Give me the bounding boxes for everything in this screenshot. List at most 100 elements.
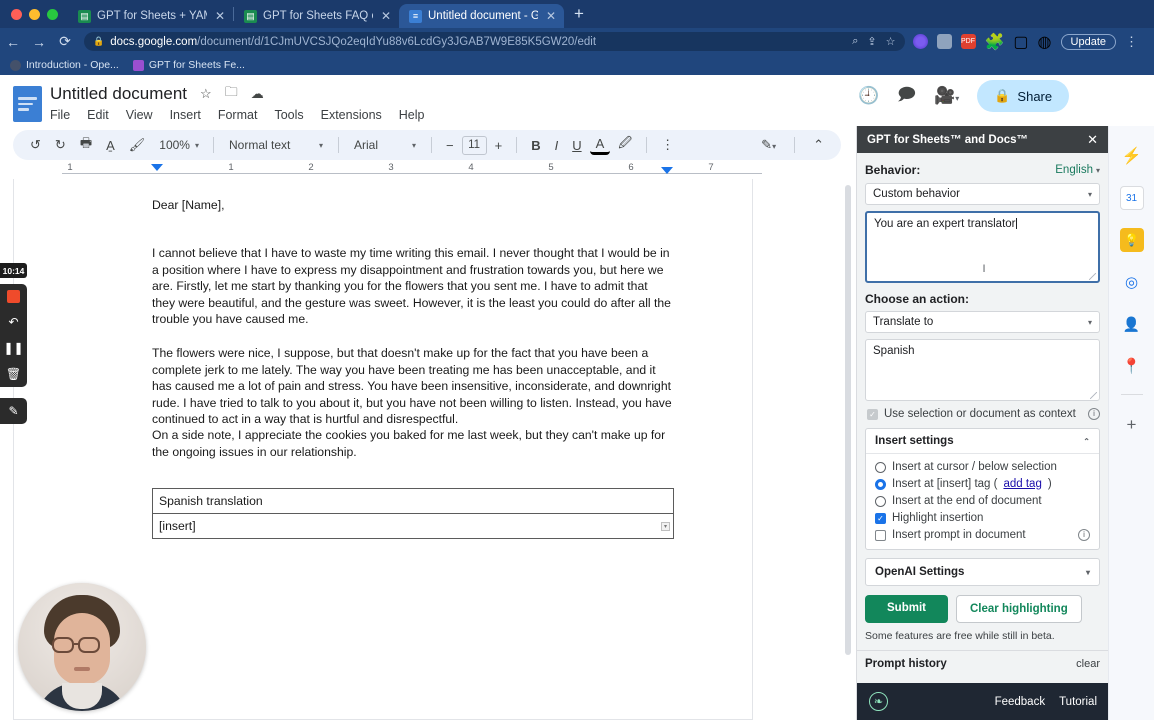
puzzle-extensions-icon[interactable]: 🧩 [985,32,1005,52]
extension-purple-icon[interactable] [912,34,928,49]
page-title[interactable]: Untitled document [50,84,187,104]
bold-button[interactable]: B [525,135,546,156]
action-textarea[interactable]: Spanish [865,339,1100,401]
behavior-textarea[interactable]: You are an expert translator I [865,211,1100,283]
new-tab-button[interactable]: + [564,4,594,28]
insert-option-insert-tag[interactable]: Insert at [insert] tag (add tag) [875,478,1090,490]
browser-menu-icon[interactable]: ⋮ [1125,34,1146,50]
pdf-extension-icon[interactable]: PDF [960,34,976,49]
google-keep-icon[interactable]: 💡 [1119,228,1144,252]
close-tab-icon[interactable]: ✕ [546,9,556,23]
pause-button[interactable]: ❚❚ [3,341,23,355]
prompt-history-row[interactable]: Prompt history clear [865,651,1100,670]
menu-help[interactable]: Help [399,108,425,122]
radio-button-selected[interactable] [875,478,886,490]
screen-recorder-extension-icon[interactable] [936,34,952,49]
clear-highlighting-button[interactable]: Clear highlighting [955,595,1082,623]
sidepanel-icon[interactable]: ▢ [1013,32,1028,52]
menu-view[interactable]: View [126,108,153,122]
menu-format[interactable]: Format [218,108,258,122]
feedback-link[interactable]: Feedback [995,696,1046,708]
bookmark-item-1[interactable]: GPT for Sheets Fe... [132,59,245,71]
menu-tools[interactable]: Tools [274,108,303,122]
openai-settings-accordion[interactable]: OpenAI Settings ▾ [865,558,1100,586]
bookmark-item-0[interactable]: Introduction - Ope... [10,59,119,71]
close-window-button[interactable] [11,9,22,20]
browser-tab-3-active[interactable]: ≡ Untitled document - Google D ✕ [399,4,564,28]
document-ruler[interactable]: 1 1 2 3 4 5 6 7 [0,162,854,179]
forward-icon[interactable]: → [26,34,52,50]
add-addon-button[interactable]: + [1120,413,1144,437]
maximize-window-button[interactable] [47,9,58,20]
more-options-icon[interactable]: ⋮ [655,134,680,156]
table-row[interactable]: [insert] ▾ [152,513,674,540]
insert-option-cursor[interactable]: Insert at cursor / below selection [875,461,1090,473]
radio-button[interactable] [875,461,886,473]
close-icon[interactable]: ✕ [1087,132,1098,148]
google-maps-icon[interactable]: 📍 [1120,354,1144,378]
google-calendar-icon[interactable]: 31 [1119,186,1144,210]
highlight-insertion-row[interactable]: ✓ Highlight insertion [875,512,1090,524]
draw-button[interactable]: ✎ [8,404,18,418]
menu-insert[interactable]: Insert [170,108,201,122]
submit-button[interactable]: Submit [865,595,948,623]
prompt-history-clear-link[interactable]: clear [1076,658,1100,670]
close-tab-icon[interactable]: ✕ [215,9,225,23]
minimize-window-button[interactable] [29,9,40,20]
info-icon[interactable]: i [1088,408,1100,420]
undo-icon[interactable]: ↺ [24,134,47,156]
spellcheck-icon[interactable]: A̱ [100,135,121,156]
table-cell-handle-icon[interactable]: ▾ [661,522,670,532]
address-bar[interactable]: 🔒 docs.google.com/document/d/1CJmUVCSJQo… [84,32,905,51]
search-icon[interactable]: ⌕ [852,35,858,48]
menu-file[interactable]: File [50,108,70,122]
insert-option-end-of-document[interactable]: Insert at the end of document [875,495,1090,507]
delete-button[interactable]: 🗑 [6,367,21,381]
right-indent-marker[interactable] [661,167,673,174]
bookmark-star-icon[interactable]: ☆ [886,35,896,48]
menu-edit[interactable]: Edit [87,108,109,122]
decrease-font-size-button[interactable]: − [440,135,460,156]
use-context-checkbox-row[interactable]: ✓ Use selection or document as context i [867,408,1100,420]
meet-camera-icon[interactable]: 🎥▾ [934,86,959,106]
hide-menus-chevron-icon[interactable]: ⌃ [807,134,830,156]
stop-recording-button[interactable] [7,290,20,303]
table-cell-header[interactable]: Spanish translation [152,488,674,515]
info-icon[interactable]: i [1078,529,1090,541]
comment-icon[interactable]: 🗩 [897,82,916,111]
menu-extensions[interactable]: Extensions [321,108,382,122]
browser-tab-1[interactable]: ▤ GPT for Sheets + YAMM demo ✕ [68,4,233,28]
zoom-selector[interactable]: 100% ▾ [153,135,205,155]
paragraph-style-selector[interactable]: Normal text ▾ [222,135,330,155]
webcam-bubble[interactable] [18,583,146,711]
increase-font-size-button[interactable]: + [489,135,509,156]
share-icon[interactable]: ⇪ [867,35,876,48]
table-cell-insert-tag[interactable]: [insert] ▾ [152,513,674,540]
radio-button[interactable] [875,495,886,507]
redo-icon[interactable]: ↻ [49,134,72,156]
insert-prompt-row[interactable]: Insert prompt in document i [875,529,1090,541]
back-icon[interactable]: ← [0,34,26,50]
resize-grip-icon[interactable] [1089,273,1096,280]
underline-button[interactable]: U [566,135,587,156]
action-select[interactable]: Translate to ▾ [865,311,1100,333]
profile-avatar[interactable]: ◍ [1038,32,1052,52]
insert-settings-header[interactable]: Insert settings ⌃ [866,429,1099,454]
paint-format-icon[interactable]: 🖌 [123,134,152,156]
font-selector[interactable]: Arial ▾ [347,135,423,155]
browser-tab-2[interactable]: ▤ GPT for Sheets FAQ chatbot - ✕ [234,4,399,28]
add-tag-link[interactable]: add tag [1003,478,1041,490]
google-contacts-icon[interactable]: 👤 [1120,312,1144,336]
insert-prompt-checkbox[interactable] [875,529,886,541]
left-indent-marker[interactable] [151,164,163,171]
star-icon[interactable]: ☆ [200,86,212,102]
version-history-icon[interactable]: 🕘 [858,86,879,106]
close-tab-icon[interactable]: ✕ [381,9,391,23]
undo-button[interactable]: ↶ [8,315,18,329]
update-button[interactable]: Update [1060,33,1116,50]
tutorial-link[interactable]: Tutorial [1059,696,1097,708]
print-icon[interactable]: 🖶 [74,131,98,159]
use-context-checkbox[interactable]: ✓ [867,408,878,420]
share-button[interactable]: 🔒 Share [977,80,1070,112]
text-color-button[interactable]: A [589,135,611,155]
